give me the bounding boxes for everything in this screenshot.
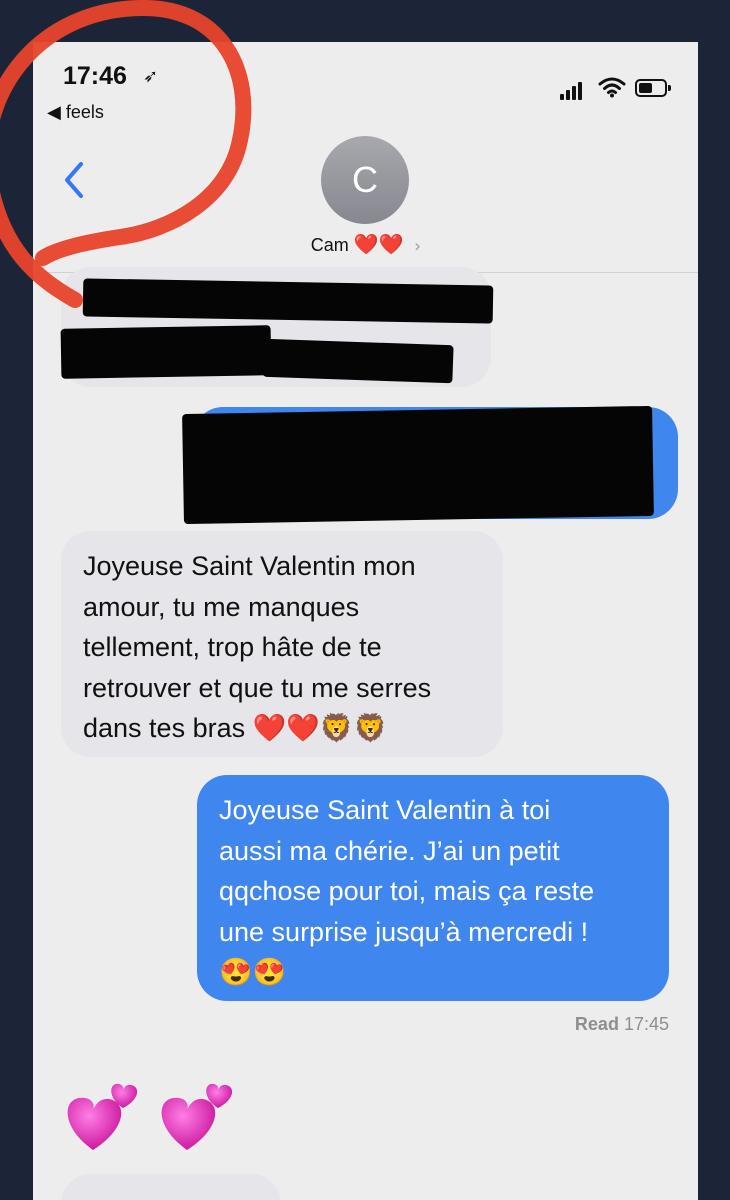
read-receipt: Read 17:45	[575, 1014, 669, 1035]
contact-name: Cam	[310, 235, 349, 255]
message-line: Joyeuse Saint Valentin à toi	[219, 795, 551, 825]
read-label: Read	[574, 1014, 619, 1034]
avatar-initial: C	[352, 159, 378, 200]
battery-icon	[635, 79, 671, 97]
contact-avatar[interactable]: C	[321, 136, 409, 224]
wifi-icon	[598, 77, 626, 98]
message-line: 😍😍	[219, 957, 287, 987]
phone-screen: 17:46 ➶ ◀ feels C Cam ❤️❤️ › Joyeuse Sai…	[33, 42, 698, 1200]
conversation-header: C Cam ❤️❤️ ›	[33, 132, 698, 273]
outgoing-message-bubble[interactable]: Joyeuse Saint Valentin à toi aussi ma ch…	[197, 775, 669, 1001]
message-line: tellement, trop hâte de te	[83, 632, 382, 662]
message-line: amour, tu me manques	[83, 591, 360, 622]
read-time: 17:45	[623, 1014, 669, 1034]
message-line: retrouver et que tu me serres	[83, 672, 432, 703]
cellular-signal-icon	[560, 80, 582, 100]
message-line: aussi ma chérie. J’ai un petit	[219, 835, 560, 866]
redaction-mark	[182, 405, 654, 525]
contact-name-button[interactable]: Cam ❤️❤️ ›	[33, 232, 698, 257]
status-time: 17:46	[63, 62, 127, 90]
redaction-mark	[262, 338, 454, 384]
two-hearts-emoji-message[interactable]: 💕💕	[63, 1070, 263, 1165]
redaction-mark	[60, 325, 272, 379]
status-bar: 17:46 ➶ ◀ feels	[33, 42, 698, 132]
message-line: une surprise jusqu’à mercredi !	[219, 916, 589, 947]
name-hearts: ❤️❤️	[353, 234, 404, 256]
two-hearts-icon	[67, 1083, 233, 1150]
back-to-app-link[interactable]: ◀ feels	[47, 102, 104, 123]
message-line: qqchose pour toi, mais ça reste	[219, 876, 595, 906]
back-chevron-icon[interactable]	[59, 160, 89, 200]
chevron-right-icon: ›	[414, 236, 421, 255]
incoming-message-bubble[interactable]: Joyeuse Saint Valentin mon amour, tu me …	[61, 531, 503, 757]
redaction-mark	[82, 278, 494, 324]
location-arrow-icon: ➶	[143, 66, 159, 86]
cut-off-incoming-bubble	[61, 1174, 281, 1200]
message-line: dans tes bras ❤️❤️🦁🦁	[83, 713, 388, 743]
message-line: Joyeuse Saint Valentin mon	[83, 551, 416, 581]
